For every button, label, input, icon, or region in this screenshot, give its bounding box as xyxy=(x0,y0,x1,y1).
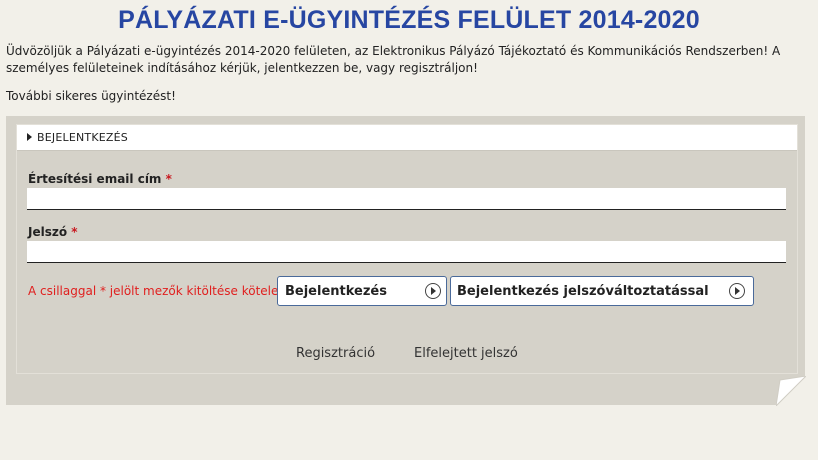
triangle-right-icon xyxy=(27,133,32,141)
circle-arrow-right-icon xyxy=(729,283,745,299)
email-required-mark: * xyxy=(165,172,172,186)
email-label-text: Értesítési email cím xyxy=(28,172,162,186)
forgot-password-link[interactable]: Elfelejtett jelszó xyxy=(414,346,518,361)
register-link[interactable]: Regisztráció xyxy=(296,346,375,361)
page-curl-decoration xyxy=(776,376,806,406)
required-fields-note: A csillaggal * jelölt mezők kitöltése kö… xyxy=(28,284,296,298)
email-label: Értesítési email cím * xyxy=(28,172,172,186)
login-change-password-button[interactable]: Bejelentkezés jelszóváltoztatással xyxy=(450,276,754,306)
tagline-text: További sikeres ügyintézést! xyxy=(6,89,176,103)
page-title: PÁLYÁZATI E-ÜGYINTÉZÉS FELÜLET 2014-2020 xyxy=(118,6,700,34)
login-button-label: Bejelentkezés xyxy=(285,284,387,299)
login-section-header[interactable]: BEJELENTKEZÉS xyxy=(17,125,797,151)
circle-arrow-right-icon xyxy=(425,283,441,299)
login-panel-inner: BEJELENTKEZÉS Értesítési email cím * Jel… xyxy=(16,124,798,374)
login-button[interactable]: Bejelentkezés xyxy=(277,276,447,306)
password-field[interactable] xyxy=(27,241,786,263)
login-panel: BEJELENTKEZÉS Értesítési email cím * Jel… xyxy=(6,116,805,405)
email-field[interactable] xyxy=(27,188,786,210)
login-section-label: BEJELENTKEZÉS xyxy=(37,131,128,144)
login-change-password-button-label: Bejelentkezés jelszóváltoztatással xyxy=(457,284,709,299)
password-label-text: Jelszó xyxy=(28,225,68,239)
intro-text: Üdvözöljük a Pályázati e-ügyintézés 2014… xyxy=(6,44,781,75)
password-required-mark: * xyxy=(71,225,78,239)
password-label: Jelszó * xyxy=(28,225,78,239)
